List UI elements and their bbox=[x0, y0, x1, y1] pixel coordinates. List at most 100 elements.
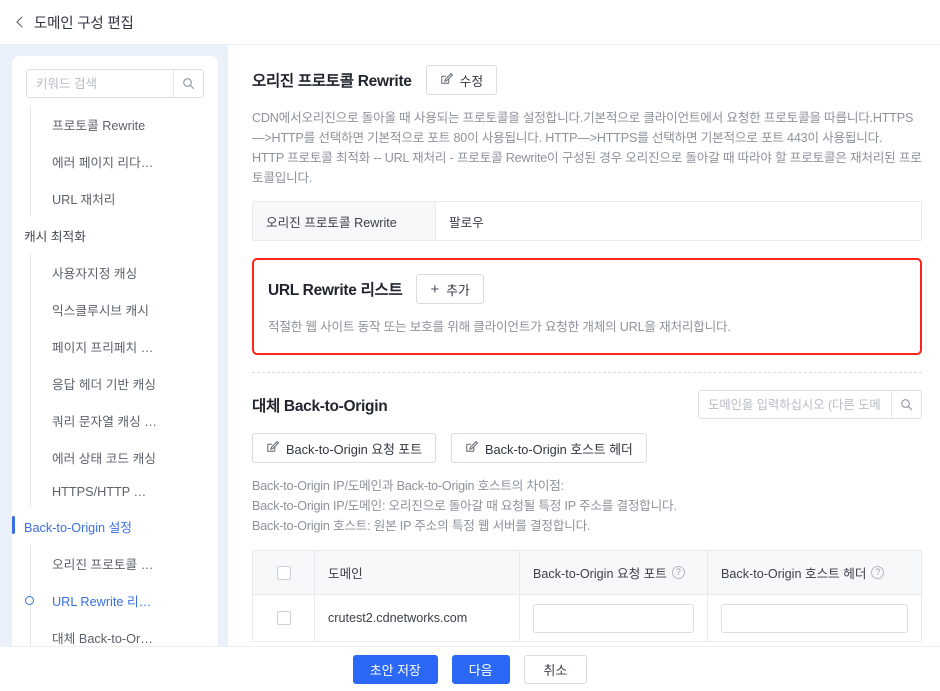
sidebar-item-label: 에러 상태 코드 캐싱 bbox=[52, 452, 156, 466]
edit-origin-protocol-button[interactable]: 수정 bbox=[426, 65, 498, 95]
table-header-host-header: Back-to-Origin 호스트 헤더 ? bbox=[708, 551, 921, 594]
origin-protocol-row-key: 오리진 프로토콜 Rewrite bbox=[253, 202, 436, 240]
edit-pencil-icon bbox=[465, 440, 478, 456]
table-header-port: Back-to-Origin 요청 포트 ? bbox=[520, 551, 708, 594]
origin-protocol-row-value: 팔로우 bbox=[436, 202, 921, 240]
origin-protocol-description: CDN에서오리진으로 돌아올 때 사용되는 프로토콜을 설정합니다.기본적으로 … bbox=[252, 108, 922, 188]
edit-pencil-icon bbox=[440, 72, 453, 88]
search-box[interactable] bbox=[26, 69, 204, 98]
origin-protocol-header: 오리진 프로토콜 Rewrite 수정 bbox=[252, 45, 922, 95]
back-to-origin-header: 대체 Back-to-Origin bbox=[252, 373, 922, 419]
sidebar-item-label: 에러 페이지 리다… bbox=[52, 156, 153, 170]
back-to-origin-description-line-3: Back-to-Origin 호스트: 원본 IP 주소의 특정 웹 서버를 결… bbox=[252, 516, 922, 536]
sidebar-item-label: 익스클루시브 캐시 bbox=[52, 304, 149, 318]
origin-protocol-description-line-1: CDN에서오리진으로 돌아올 때 사용되는 프로토콜을 설정합니다.기본적으로 … bbox=[252, 108, 922, 148]
sidebar-item-label: 프로토콜 Rewrite bbox=[52, 119, 145, 133]
sidebar-item-10[interactable]: HTTPS/HTTP … bbox=[12, 476, 218, 508]
sidebar-group-3[interactable]: 캐시 최적화 bbox=[12, 217, 218, 254]
next-button[interactable]: 다음 bbox=[452, 655, 510, 684]
back-to-origin-host-header-label: Back-to-Origin 호스트 헤더 bbox=[485, 439, 633, 458]
row-port-cell bbox=[520, 595, 708, 641]
back-to-origin-table: 도메인 Back-to-Origin 요청 포트 ? Back-to-Origi… bbox=[252, 550, 922, 642]
row-host-header-cell bbox=[708, 595, 921, 641]
sidebar-item-0[interactable]: 프로토콜 Rewrite bbox=[12, 106, 218, 143]
top-bar: 도메인 구성 편집 bbox=[0, 0, 940, 45]
edit-origin-protocol-label: 수정 bbox=[460, 71, 484, 90]
origin-protocol-description-line-2: HTTP 프로토콜 최적화 -- URL 재처리 - 프로토콜 Rewrite이… bbox=[252, 148, 922, 188]
sidebar-item-label: 페이지 프리페치 … bbox=[52, 341, 153, 355]
search-icon[interactable] bbox=[173, 70, 203, 97]
table-header-select-all[interactable] bbox=[253, 551, 315, 594]
origin-protocol-title: 오리진 프로토콜 Rewrite bbox=[252, 69, 412, 91]
sidebar-item-label: URL 재처리 bbox=[52, 193, 115, 207]
row-domain-label: crutest2.cdnetworks.com bbox=[328, 611, 467, 625]
table-header-domain-label: 도메인 bbox=[328, 563, 363, 582]
back-to-origin-host-header-button[interactable]: Back-to-Origin 호스트 헤더 bbox=[451, 433, 647, 463]
url-rewrite-title: URL Rewrite 리스트 bbox=[268, 278, 402, 300]
page-root: 도메인 구성 편집 프로토콜 Rewrite bbox=[0, 0, 940, 691]
chevron-left-icon[interactable] bbox=[14, 15, 28, 29]
sidebar-item-6[interactable]: 페이지 프리페치 … bbox=[12, 328, 218, 365]
row-host-header-input[interactable] bbox=[721, 604, 908, 633]
domain-search-box[interactable] bbox=[698, 390, 922, 419]
sidebar-item-label: HTTPS/HTTP … bbox=[52, 485, 146, 499]
body-wrapper: 프로토콜 Rewrite 에러 페이지 리다… URL 재처리캐시 최적화사용자지정… bbox=[0, 45, 940, 691]
footer-bar: 초안 저장 다음 취소 bbox=[0, 646, 940, 691]
sidebar-search-row bbox=[12, 69, 218, 100]
sidebar-item-label: URL Rewrite 리… bbox=[52, 595, 151, 609]
sidebar-item-label: 대체 Back-to-Or… bbox=[52, 632, 153, 646]
main-content: 오리진 프로토콜 Rewrite 수정 CDN에서오리진으로 돌아올 때 사용되… bbox=[228, 45, 940, 691]
help-icon[interactable]: ? bbox=[672, 566, 685, 579]
row-checkbox[interactable] bbox=[277, 611, 291, 625]
sidebar-item-2[interactable]: URL 재처리 bbox=[12, 180, 218, 217]
table-header-domain: 도메인 bbox=[315, 551, 520, 594]
table-header-port-label: Back-to-Origin 요청 포트 bbox=[533, 563, 667, 582]
origin-protocol-table: 오리진 프로토콜 Rewrite 팔로우 bbox=[252, 201, 922, 241]
help-icon[interactable]: ? bbox=[871, 566, 884, 579]
add-url-rewrite-button[interactable]: + 추가 bbox=[416, 274, 483, 304]
sidebar-item-7[interactable]: 응답 헤더 기반 캐싱 bbox=[12, 365, 218, 402]
domain-search-icon[interactable] bbox=[891, 391, 921, 418]
page-title: 도메인 구성 편집 bbox=[34, 12, 134, 33]
sidebar-group-label: 캐시 최적화 bbox=[24, 230, 86, 244]
sidebar-item-4[interactable]: 사용자지정 캐싱 bbox=[12, 254, 218, 291]
back-to-origin-description-line-2: Back-to-Origin IP/도메인: 오리진으로 돌아갈 때 요청될 특… bbox=[252, 496, 922, 516]
url-rewrite-header: URL Rewrite 리스트 + 추가 bbox=[268, 274, 906, 304]
search-input[interactable] bbox=[27, 70, 173, 97]
sidebar-selected-dot-icon bbox=[25, 596, 34, 605]
sidebar-item-1[interactable]: 에러 페이지 리다… bbox=[12, 143, 218, 180]
back-to-origin-description-line-1: Back-to-Origin IP/도메인과 Back-to-Origin 호스… bbox=[252, 476, 922, 496]
url-rewrite-highlight-box: URL Rewrite 리스트 + 추가 적절한 웹 사이트 동작 또는 보호를… bbox=[252, 258, 922, 355]
back-to-origin-buttons: Back-to-Origin 요청 포트 Back-to-Origin 호스트 … bbox=[252, 433, 922, 463]
table-header-row: 도메인 Back-to-Origin 요청 포트 ? Back-to-Origi… bbox=[253, 551, 921, 595]
sidebar-item-8[interactable]: 쿼리 문자열 캐싱 … bbox=[12, 402, 218, 439]
domain-search-input[interactable] bbox=[699, 391, 891, 418]
edit-pencil-icon bbox=[266, 440, 279, 456]
add-url-rewrite-label: 추가 bbox=[446, 280, 470, 299]
sidebar-item-label: 쿼리 문자열 캐싱 … bbox=[52, 415, 157, 429]
back-to-origin-request-port-button[interactable]: Back-to-Origin 요청 포트 bbox=[252, 433, 436, 463]
back-to-origin-description: Back-to-Origin IP/도메인과 Back-to-Origin 호스… bbox=[252, 476, 922, 536]
sidebar-item-9[interactable]: 에러 상태 코드 캐싱 bbox=[12, 439, 218, 476]
sidebar-card: 프로토콜 Rewrite 에러 페이지 리다… URL 재처리캐시 최적화사용자지정… bbox=[12, 56, 218, 691]
sidebar: 프로토콜 Rewrite 에러 페이지 리다… URL 재처리캐시 최적화사용자지정… bbox=[0, 45, 228, 691]
sidebar-group-label: Back-to-Origin 설정 bbox=[24, 521, 132, 535]
row-port-input[interactable] bbox=[533, 604, 694, 633]
sidebar-nav: 프로토콜 Rewrite 에러 페이지 리다… URL 재처리캐시 최적화사용자지정… bbox=[12, 106, 218, 691]
table-header-host-header-label: Back-to-Origin 호스트 헤더 bbox=[721, 563, 866, 582]
back-to-origin-request-port-label: Back-to-Origin 요청 포트 bbox=[286, 439, 422, 458]
sidebar-item-label: 오리진 프로토콜 … bbox=[52, 558, 153, 572]
sidebar-item-12[interactable]: 오리진 프로토콜 … bbox=[12, 545, 218, 582]
cancel-button[interactable]: 취소 bbox=[524, 655, 588, 684]
select-all-checkbox[interactable] bbox=[277, 566, 291, 580]
plus-icon: + bbox=[430, 282, 439, 297]
sidebar-item-5[interactable]: 익스클루시브 캐시 bbox=[12, 291, 218, 328]
sidebar-item-label: 사용자지정 캐싱 bbox=[52, 267, 137, 281]
save-draft-button[interactable]: 초안 저장 bbox=[353, 655, 438, 684]
row-domain-cell: crutest2.cdnetworks.com bbox=[315, 595, 520, 641]
table-row: crutest2.cdnetworks.com bbox=[253, 595, 921, 641]
sidebar-group-11[interactable]: Back-to-Origin 설정 bbox=[12, 508, 218, 545]
sidebar-item-13[interactable]: URL Rewrite 리… bbox=[12, 582, 218, 619]
back-to-origin-title: 대체 Back-to-Origin bbox=[252, 394, 387, 416]
row-select-cell[interactable] bbox=[253, 595, 315, 641]
